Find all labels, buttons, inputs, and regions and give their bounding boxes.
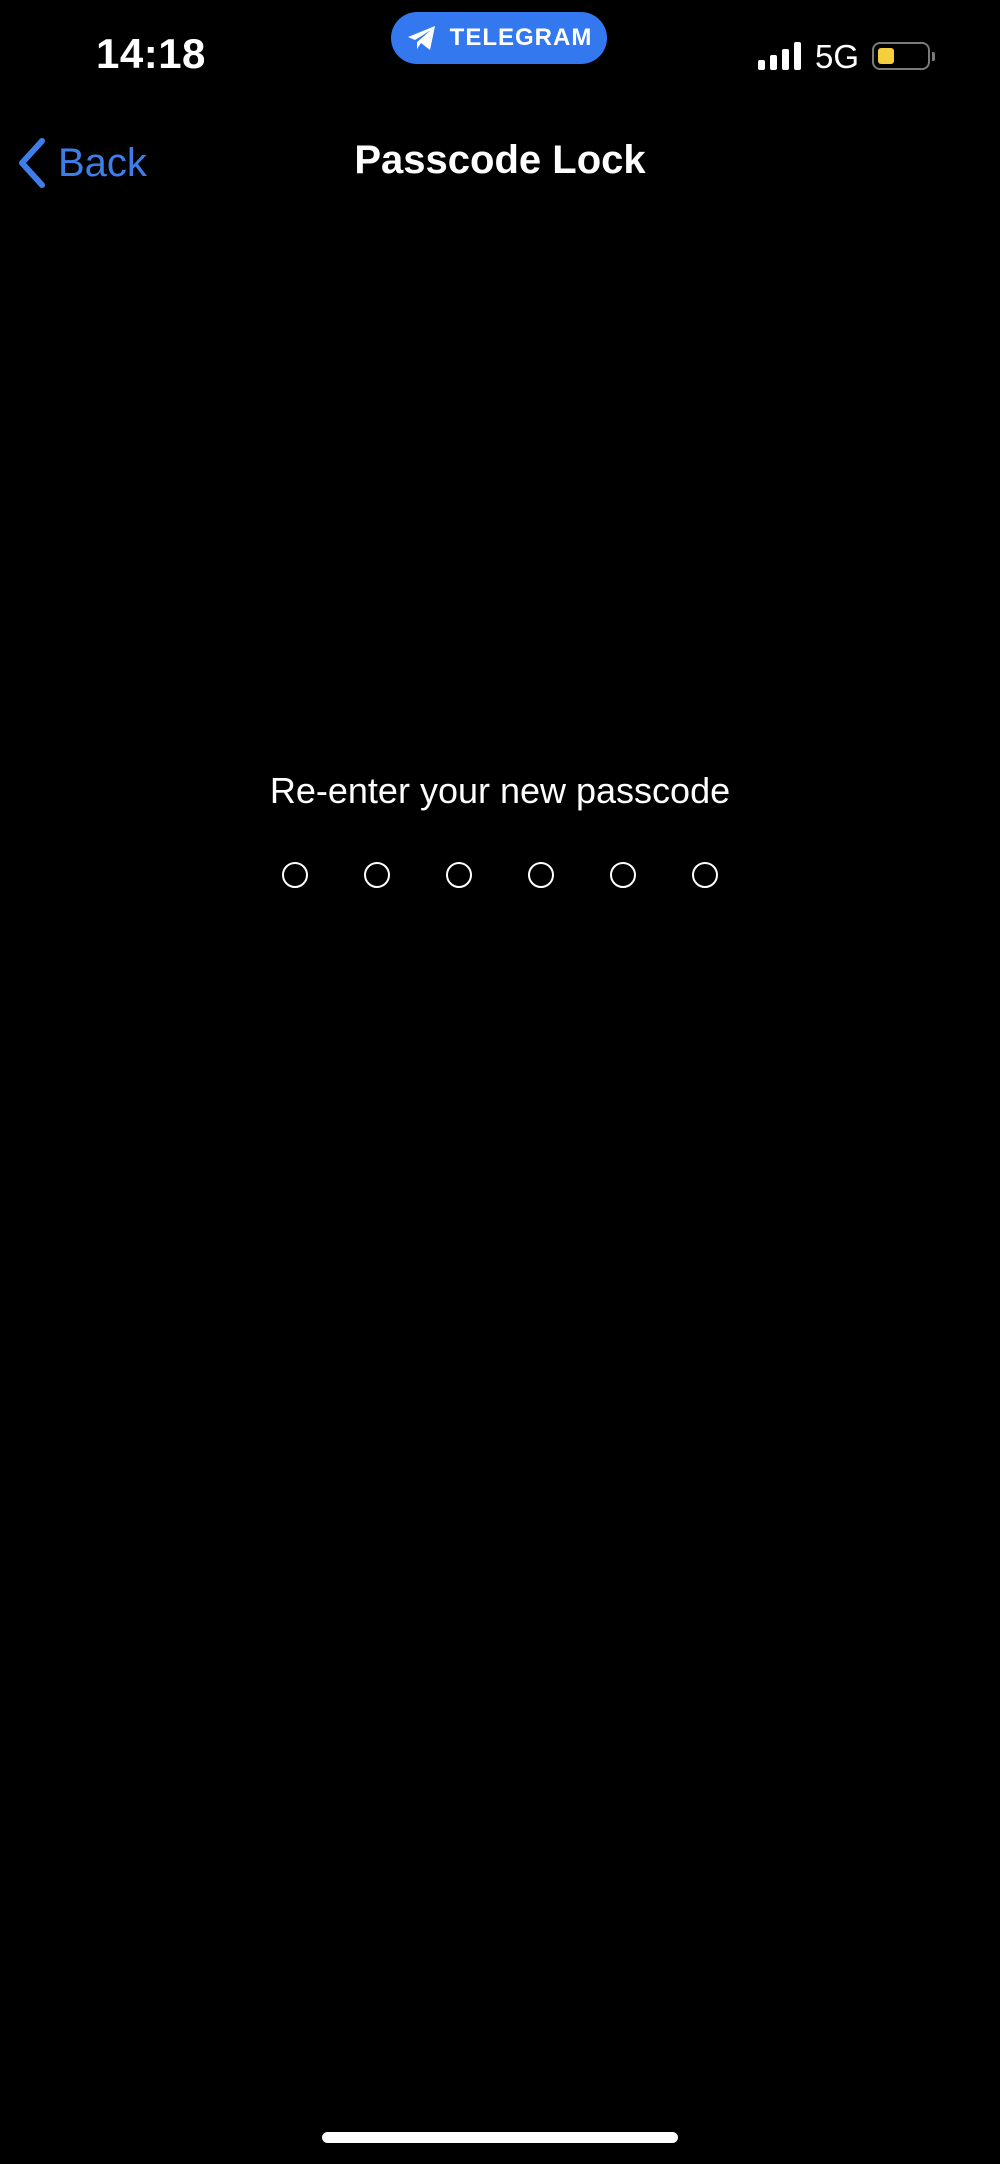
status-bar: 14:18 TELEGRAM 5G xyxy=(0,0,1000,110)
passcode-dot xyxy=(364,862,390,888)
passcode-dot xyxy=(692,862,718,888)
page-title: Passcode Lock xyxy=(354,138,646,182)
app-pill-label: TELEGRAM xyxy=(449,24,593,51)
telegram-plane-icon xyxy=(407,26,435,50)
passcode-dots xyxy=(0,862,1000,888)
passcode-dot xyxy=(446,862,472,888)
home-indicator[interactable] xyxy=(322,2132,678,2143)
navigation-bar: Back Passcode Lock xyxy=(0,118,1000,206)
passcode-dot xyxy=(282,862,308,888)
return-to-app-pill[interactable]: TELEGRAM xyxy=(391,12,607,64)
status-time: 14:18 xyxy=(96,30,206,77)
passcode-dot xyxy=(610,862,636,888)
cellular-signal-icon xyxy=(758,42,801,70)
battery-icon xyxy=(872,42,935,70)
battery-nub xyxy=(932,52,935,61)
network-type: 5G xyxy=(815,38,860,75)
battery-level-fill xyxy=(878,48,894,64)
passcode-prompt: Re-enter your new passcode xyxy=(269,770,731,811)
passcode-dot xyxy=(528,862,554,888)
